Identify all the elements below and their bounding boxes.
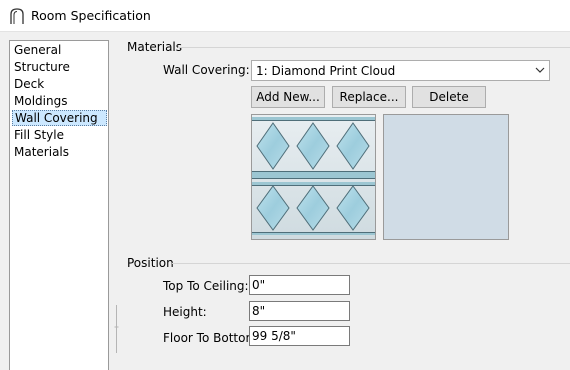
splitter-grip-icon[interactable] [114, 305, 119, 353]
window-title: Room Specification [31, 8, 151, 23]
wall-covering-select[interactable]: 1: Diamond Print Cloud [251, 60, 550, 81]
position-group-title: Position [127, 256, 174, 270]
top-to-ceiling-input[interactable]: 0" [249, 275, 350, 295]
material-swatch [251, 114, 376, 240]
materials-group-divider [178, 47, 570, 48]
height-input[interactable]: 8" [249, 301, 350, 321]
delete-button[interactable]: Delete [412, 86, 486, 108]
nav-item-moldings[interactable]: Moldings [12, 94, 107, 110]
materials-group-title: Materials [127, 40, 183, 54]
nav-item-fill-style[interactable]: Fill Style [12, 128, 107, 144]
replace-button[interactable]: Replace... [332, 86, 406, 108]
diamond-pattern-image [252, 115, 375, 239]
floor-to-bottom-label: Floor To Bottom: [163, 331, 262, 345]
height-label: Height: [163, 305, 207, 319]
wall-covering-value: 1: Diamond Print Cloud [256, 64, 396, 78]
nav-item-deck[interactable]: Deck [12, 77, 107, 93]
wall-covering-label: Wall Covering: [163, 63, 250, 77]
position-group-divider [172, 263, 570, 264]
category-list[interactable]: General Structure Deck Moldings Wall Cov… [9, 40, 109, 370]
chevron-down-icon [535, 67, 545, 73]
material-preview [383, 114, 509, 240]
top-to-ceiling-label: Top To Ceiling: [163, 279, 249, 293]
nav-item-structure[interactable]: Structure [12, 60, 107, 76]
nav-item-materials[interactable]: Materials [12, 145, 107, 161]
title-bar: Room Specification [0, 0, 570, 32]
floor-to-bottom-input[interactable]: 99 5/8" [249, 326, 350, 346]
nav-item-wall-covering[interactable]: Wall Covering [12, 110, 107, 126]
nav-item-general[interactable]: General [12, 43, 107, 59]
add-new-button[interactable]: Add New... [251, 86, 325, 108]
app-icon [10, 8, 24, 24]
